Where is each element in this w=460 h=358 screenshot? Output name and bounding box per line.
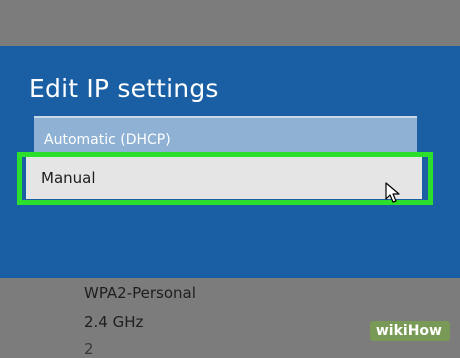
partial-text: 2 — [84, 340, 94, 358]
option-label: Manual — [41, 169, 96, 187]
dropdown-option-manual[interactable]: Manual — [26, 156, 422, 199]
dropdown-selected-value: Automatic (DHCP) — [44, 132, 171, 148]
mouse-pointer-icon — [385, 182, 400, 203]
edit-ip-settings-dialog: Edit IP settings Automatic (DHCP) Manual — [0, 46, 460, 278]
dialog-title: Edit IP settings — [29, 74, 219, 103]
watermark-suffix: How — [407, 323, 442, 339]
ip-mode-dropdown[interactable]: Automatic (DHCP) — [34, 116, 417, 154]
network-band-text: 2.4 GHz — [84, 313, 144, 331]
watermark-prefix: wiki — [375, 323, 408, 339]
security-type-text: WPA2-Personal — [84, 284, 196, 302]
wikihow-watermark: wikiHow — [369, 321, 450, 341]
